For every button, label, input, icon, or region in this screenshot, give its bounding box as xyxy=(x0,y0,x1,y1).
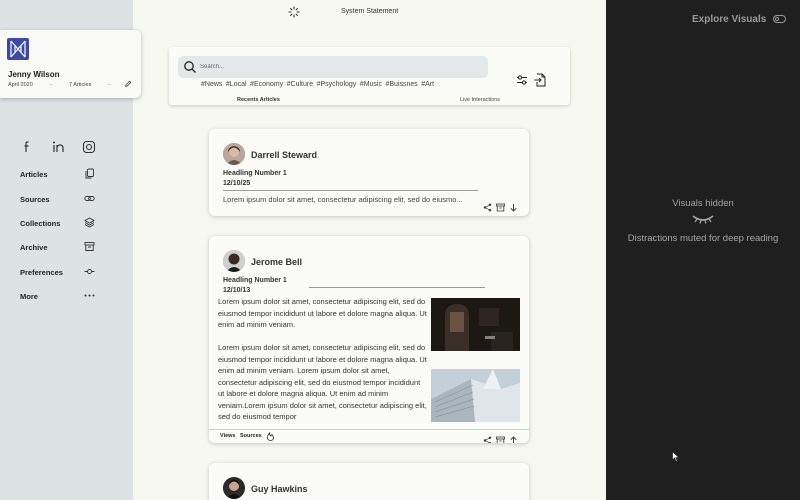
avatar[interactable] xyxy=(223,143,245,165)
sidebar-item-label: Preferences xyxy=(20,268,63,277)
tag-economy[interactable]: #Economy xyxy=(250,81,283,88)
loading-spinner-icon xyxy=(288,6,300,18)
filter-icon[interactable] xyxy=(516,74,528,86)
live-interactions-label[interactable]: Live Interactions xyxy=(460,97,500,103)
status-text: System Statement xyxy=(341,8,399,15)
pencil-icon[interactable] xyxy=(124,80,132,88)
sidebar-item-archive[interactable]: Archive xyxy=(20,240,98,254)
sidebar: Jenny Wilson April 2020 - 7 Articles - A… xyxy=(0,0,141,500)
article-card[interactable]: Guy Hawkins xyxy=(209,463,529,500)
search-box[interactable] xyxy=(178,56,488,78)
search-icon[interactable] xyxy=(183,60,197,74)
social-links xyxy=(20,140,100,154)
visuals-hidden-label: Visuals hidden xyxy=(672,198,734,209)
tag-list: #News #Local #Economy #Culture #Psychology #M… xyxy=(201,81,438,91)
tag-local[interactable]: #Local xyxy=(226,81,247,88)
more-dots-icon xyxy=(84,294,95,297)
sources-link[interactable]: Sources xyxy=(240,433,262,439)
tag-music[interactable]: #Music xyxy=(360,81,382,88)
article-paragraph: Lorem ipsum dolor sit amet, consectetur … xyxy=(218,343,427,421)
layers-icon xyxy=(84,217,95,228)
sidebar-item-label: Archive xyxy=(20,243,48,252)
user-name: Jenny Wilson xyxy=(8,70,60,79)
sidebar-item-label: Collections xyxy=(20,219,61,228)
tag-culture[interactable]: #Culture xyxy=(287,81,313,88)
file-export-icon[interactable] xyxy=(534,73,546,87)
sidebar-item-label: Articles xyxy=(20,170,48,179)
instagram-icon[interactable] xyxy=(82,140,96,154)
article-count: 7 Articles xyxy=(69,82,92,88)
article-date: 12/10/13 xyxy=(223,287,251,294)
article-image-interior[interactable] xyxy=(431,298,520,351)
card-actions xyxy=(479,432,521,443)
arrow-up-icon[interactable] xyxy=(509,432,518,443)
author-name[interactable]: Jerome Bell xyxy=(251,257,302,267)
article-image-building[interactable] xyxy=(431,369,520,422)
author-name[interactable]: Guy Hawkins xyxy=(251,484,308,494)
distractions-muted-label: Distractions muted for deep reading xyxy=(627,233,779,244)
join-date: April 2020 xyxy=(8,82,33,88)
visuals-toggle[interactable] xyxy=(773,15,786,23)
tag-art[interactable]: #Art xyxy=(421,81,434,88)
card-footer: Views Sources xyxy=(209,429,529,443)
archive-icon[interactable] xyxy=(496,199,505,212)
article-card[interactable]: Darrell Steward Headling Number 1 12/10/… xyxy=(209,129,529,216)
sidebar-item-more[interactable]: More xyxy=(20,289,98,303)
tag-news[interactable]: #News xyxy=(201,81,222,88)
sidebar-item-label: Sources xyxy=(20,195,50,204)
explore-visuals-panel: Explore Visuals Visuals hidden Distracti… xyxy=(606,0,800,500)
recent-articles-label[interactable]: Recents Articles xyxy=(237,97,280,103)
archive-icon[interactable] xyxy=(496,432,505,443)
article-card[interactable]: Jerome Bell Headling Number 1 12/10/13 L… xyxy=(209,236,529,443)
sidebar-item-sources[interactable]: Sources xyxy=(20,192,98,206)
sidebar-item-collections[interactable]: Collections xyxy=(20,216,98,230)
linkedin-icon[interactable] xyxy=(52,140,66,154)
card-actions xyxy=(479,199,521,212)
flame-icon[interactable] xyxy=(266,432,275,441)
profile-card[interactable]: Jenny Wilson April 2020 - 7 Articles - xyxy=(0,30,141,98)
share-icon[interactable] xyxy=(483,199,492,212)
app-logo[interactable] xyxy=(7,38,29,60)
avatar[interactable] xyxy=(223,477,245,499)
search-panel: #News #Local#Economy #Culture #Psychology#M… xyxy=(169,47,570,105)
article-headline[interactable]: Headling Number 1 xyxy=(223,170,287,177)
copy-icon xyxy=(85,168,94,179)
tag-business[interactable]: #Buissnes xyxy=(385,81,417,88)
system-status: System Statement xyxy=(288,6,428,18)
toggle-knob xyxy=(775,17,779,21)
arrow-down-icon[interactable] xyxy=(509,199,518,212)
sidebar-item-label: More xyxy=(20,292,38,301)
article-date: 12/10/25 xyxy=(223,180,251,187)
author-name[interactable]: Darrell Steward xyxy=(251,150,317,160)
share-icon[interactable] xyxy=(483,432,492,443)
sidebar-item-preferences[interactable]: Preferences xyxy=(20,265,98,279)
facebook-icon[interactable] xyxy=(20,140,34,154)
meta-separator: - xyxy=(108,82,110,88)
closed-eye-icon xyxy=(692,215,714,224)
divider xyxy=(223,190,478,191)
mouse-cursor-icon xyxy=(672,451,680,462)
commit-icon xyxy=(84,269,95,274)
tag-psychology[interactable]: #Psychology xyxy=(317,81,357,88)
explore-visuals-title: Explore Visuals xyxy=(692,14,767,25)
divider xyxy=(309,287,485,288)
search-input[interactable] xyxy=(200,60,480,74)
archive-icon xyxy=(84,242,95,251)
views-link[interactable]: Views xyxy=(220,433,236,439)
article-excerpt: Lorem ipsum dolor sit amet, consectetur … xyxy=(223,195,463,204)
avatar[interactable] xyxy=(223,250,245,272)
article-paragraph: Lorem ipsum dolor sit amet, consectetur … xyxy=(218,297,427,329)
sidebar-item-articles[interactable]: Articles xyxy=(20,167,98,181)
article-headline[interactable]: Headling Number 1 xyxy=(223,277,287,284)
meta-separator: - xyxy=(50,82,52,88)
link-icon xyxy=(84,196,95,201)
